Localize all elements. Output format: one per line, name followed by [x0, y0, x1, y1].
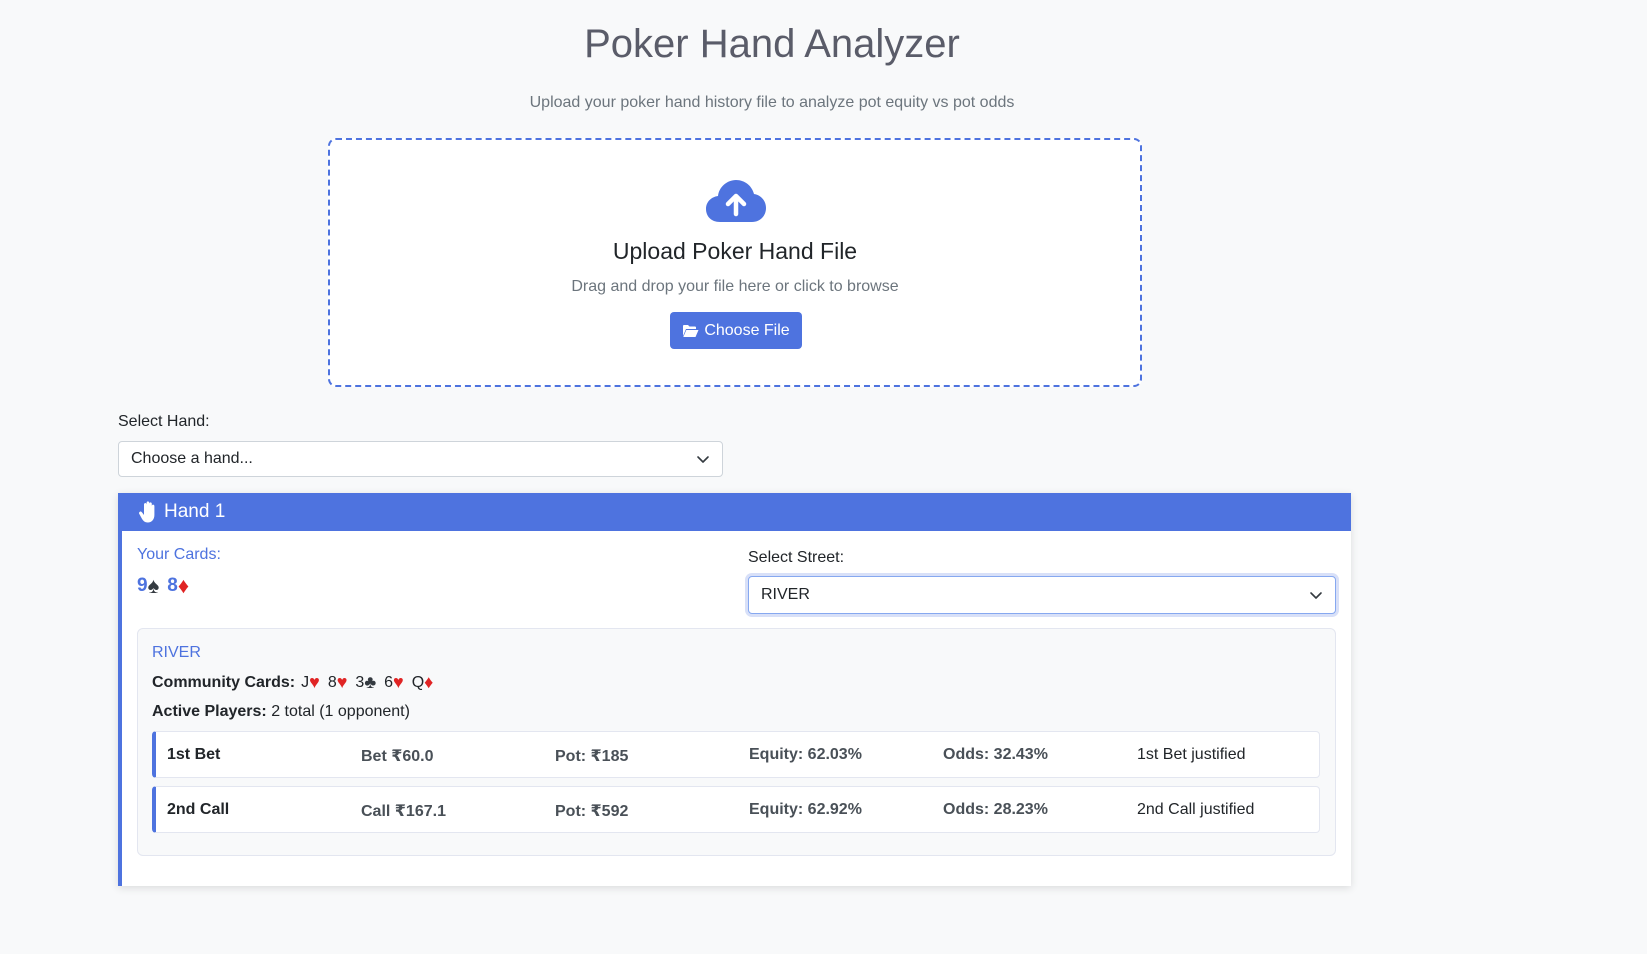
community-cards-label: Community Cards: [152, 673, 296, 691]
action-equity: Equity: 62.92% [749, 801, 862, 818]
action-name: 2nd Call [167, 801, 230, 818]
page-subtitle: Upload your poker hand history file to a… [529, 94, 1015, 111]
card-rank: 3 [355, 673, 365, 691]
hand-paper-icon [139, 501, 155, 523]
diamond-icon: ♦ [177, 573, 190, 598]
club-icon: ♣ [364, 672, 377, 692]
heart-icon: ♥ [336, 672, 348, 692]
select-street-value: RIVER [761, 586, 810, 603]
upload-subtitle: Drag and drop your file here or click to… [571, 278, 899, 295]
chevron-down-icon [697, 456, 709, 463]
card-rank: 8 [327, 673, 337, 691]
select-street-dropdown[interactable]: RIVER [748, 576, 1336, 614]
select-street-label: Select Street: [748, 549, 845, 566]
hand-header: Hand 1 [122, 493, 1351, 531]
cloud-upload-icon [706, 180, 766, 222]
action-amount: Bet ₹60.0 [361, 748, 434, 765]
action-pot: Pot: ₹185 [555, 748, 629, 765]
choose-file-label: Choose File [704, 321, 790, 339]
card-rank: 6 [384, 673, 394, 691]
hand-title: Hand 1 [164, 501, 226, 522]
community-cards: Community Cards: J ♥ 8 ♥ 3 ♣ 6 ♥ Q ♦ [152, 672, 437, 693]
choose-file-button[interactable]: Choose File [670, 312, 802, 349]
hand-card: Hand 1 Your Cards: 9 ♠ 8 ♦ Select Street: … [118, 493, 1351, 886]
hole-card: 9 ♠ [137, 573, 159, 599]
heart-icon: ♥ [393, 672, 404, 692]
your-cards-label: Your Cards: [137, 546, 221, 563]
chevron-down-icon [1310, 592, 1322, 599]
heart-icon: ♥ [309, 672, 320, 692]
community-card: 3 ♣ [355, 672, 376, 693]
action-verdict: 1st Bet justified [1137, 746, 1246, 763]
action-odds: Odds: 28.23% [943, 801, 1048, 818]
card-rank: 9 [137, 575, 148, 596]
action-row: 2nd Call Call ₹167.1 Pot: ₹592 Equity: 6… [152, 786, 1320, 833]
action-verdict: 2nd Call justified [1137, 801, 1255, 818]
street-panel: RIVER Community Cards: J ♥ 8 ♥ 3 ♣ 6 ♥ Q ♦ Ac… [137, 628, 1336, 856]
page-title: Poker Hand Analyzer [584, 22, 960, 66]
folder-open-icon [683, 324, 699, 337]
action-amount: Call ₹167.1 [361, 803, 446, 820]
select-hand-value: Choose a hand... [131, 450, 253, 467]
your-cards: 9 ♠ 8 ♦ [137, 573, 189, 599]
action-pot: Pot: ₹592 [555, 803, 629, 820]
action-odds: Odds: 32.43% [943, 746, 1048, 763]
community-card: 8 ♥ [328, 672, 348, 693]
select-hand-dropdown[interactable]: Choose a hand... [118, 441, 723, 477]
hole-card: 8 ♦ [167, 573, 189, 599]
street-name: RIVER [152, 644, 201, 661]
card-rank: 8 [167, 575, 178, 596]
active-players-value: 2 total (1 opponent) [271, 703, 410, 720]
active-players: Active Players: 2 total (1 opponent) [152, 703, 410, 721]
card-rank: Q [411, 673, 425, 691]
action-name: 1st Bet [167, 746, 221, 763]
upload-dropzone[interactable]: Upload Poker Hand File Drag and drop you… [328, 138, 1142, 387]
community-card: Q ♦ [412, 672, 434, 693]
community-card: J ♥ [301, 672, 320, 693]
community-card: 6 ♥ [384, 672, 404, 693]
page: Poker Hand Analyzer Upload your poker ha… [0, 0, 1647, 954]
spade-icon: ♠ [147, 573, 160, 598]
action-equity: Equity: 62.03% [749, 746, 862, 763]
card-rank: J [301, 673, 310, 691]
select-hand-label: Select Hand: [118, 413, 210, 430]
active-players-label: Active Players: [152, 703, 267, 720]
diamond-icon: ♦ [424, 672, 434, 692]
upload-title: Upload Poker Hand File [612, 238, 858, 264]
action-row: 1st Bet Bet ₹60.0 Pot: ₹185 Equity: 62.0… [152, 731, 1320, 778]
